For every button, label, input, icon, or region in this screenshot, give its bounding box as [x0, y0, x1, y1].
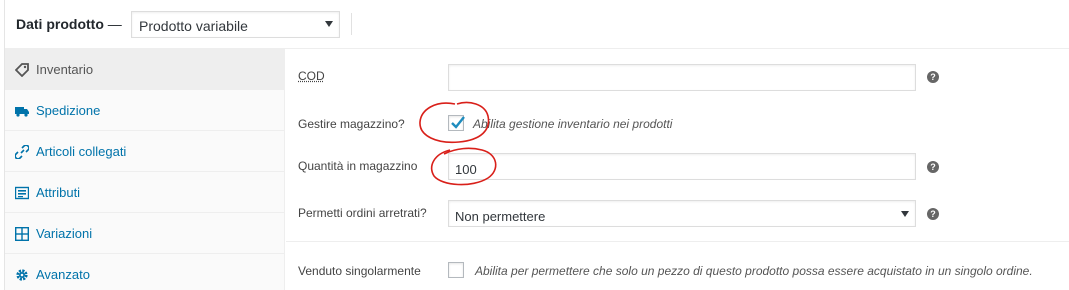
chevron-down-icon [325, 21, 333, 27]
truck-icon [15, 107, 29, 117]
link-icon [15, 145, 29, 159]
sold-individually-description: Abilita per permettere che solo un pezzo… [475, 264, 1033, 278]
tab-label: Articoli collegati [36, 144, 127, 159]
inventory-panel: COD ? Gestire magazzino? Abilita gestion… [286, 49, 1069, 290]
tab-variazioni[interactable]: Variazioni [5, 213, 285, 254]
manage-stock-checkbox[interactable] [448, 115, 465, 131]
help-icon[interactable]: ? [927, 71, 939, 83]
backorders-value: Non permettere [455, 209, 546, 224]
sold-individually-label: Venduto singolarmente [298, 264, 421, 278]
product-data-header: Dati prodotto — Prodotto variabile [5, 0, 1069, 49]
panel-title: Dati prodotto — [16, 16, 122, 32]
panel-title-text: Dati prodotto [16, 16, 104, 32]
product-type-select[interactable]: Prodotto variabile [131, 11, 340, 38]
tag-icon [15, 63, 29, 77]
tab-label: Spedizione [36, 103, 101, 118]
backorders-label: Permetti ordini arretrati? [298, 206, 427, 220]
backorders-select[interactable]: Non permettere [448, 200, 916, 227]
tab-label: Inventario [36, 62, 94, 77]
gear-icon [16, 269, 28, 281]
help-icon[interactable]: ? [927, 208, 939, 220]
stock-quantity-label: Quantità in magazzino [298, 159, 418, 173]
product-type-value: Prodotto variabile [139, 18, 248, 34]
help-icon[interactable]: ? [927, 161, 939, 173]
section-divider [286, 241, 1069, 242]
tab-inventario[interactable]: Inventario [5, 49, 285, 90]
tab-label: Attributi [36, 185, 81, 200]
tab-label: Variazioni [36, 226, 93, 241]
product-data-panel: Dati prodotto — Prodotto variabile Inven… [4, 0, 1069, 290]
grid-icon [15, 227, 29, 241]
list-icon [15, 186, 29, 200]
stock-quantity-value: 100 [455, 162, 477, 177]
sku-input[interactable] [448, 64, 916, 91]
manage-stock-label: Gestire magazzino? [298, 117, 405, 131]
sold-individually-checkbox[interactable] [448, 262, 464, 278]
tab-articoli-collegati[interactable]: Articoli collegati [5, 131, 285, 172]
tab-avanzato[interactable]: Avanzato [5, 254, 285, 290]
product-data-tabs: Inventario Spedizione Articoli collegati [5, 49, 285, 290]
chevron-down-icon [901, 211, 909, 217]
header-divider [351, 13, 352, 35]
tab-spedizione[interactable]: Spedizione [5, 90, 285, 131]
manage-stock-description: Abilita gestione inventario nei prodotti [473, 117, 673, 131]
tab-label: Avanzato [36, 267, 90, 282]
checkmark-icon [451, 116, 465, 129]
title-dash: — [107, 16, 122, 32]
stock-quantity-input[interactable]: 100 [448, 153, 916, 180]
tab-attributi[interactable]: Attributi [5, 172, 285, 213]
sku-label: COD [298, 69, 325, 83]
